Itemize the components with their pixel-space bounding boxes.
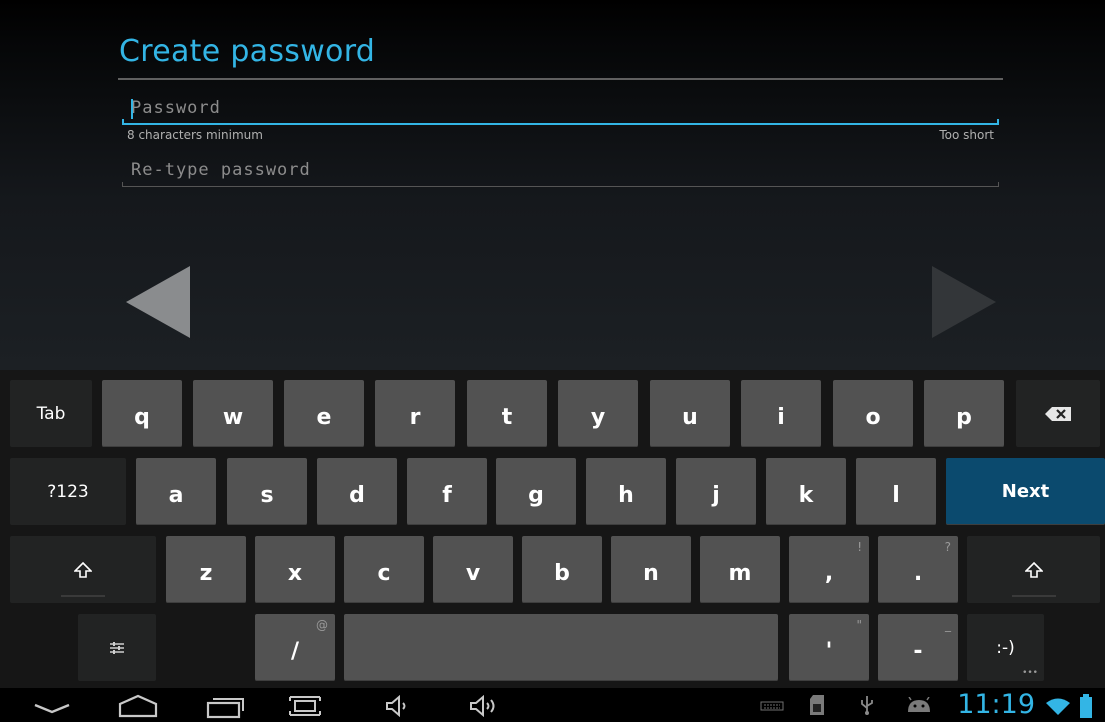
key-z[interactable]: z: [166, 536, 246, 603]
backspace-icon: [1045, 406, 1071, 421]
password-underline: [122, 119, 999, 125]
next-button[interactable]: Next: [946, 458, 1105, 525]
key-l[interactable]: l: [856, 458, 936, 525]
retype-password-input[interactable]: [122, 155, 999, 185]
key-i[interactable]: i: [741, 380, 821, 447]
key-m[interactable]: m: [700, 536, 780, 603]
key-dash[interactable]: _ -: [878, 614, 958, 681]
key-o[interactable]: o: [833, 380, 913, 447]
key-backspace[interactable]: [1016, 380, 1100, 447]
key-w[interactable]: w: [193, 380, 273, 447]
retype-underline: [122, 182, 999, 187]
back-icon[interactable]: [32, 698, 72, 716]
key-t[interactable]: t: [467, 380, 547, 447]
screenshot-icon[interactable]: [288, 695, 322, 717]
shift-indicator: [1011, 595, 1056, 597]
key-settings[interactable]: [78, 614, 156, 681]
key-g[interactable]: g: [496, 458, 576, 525]
system-bar: 11:19: [0, 688, 1105, 722]
recent-apps-icon[interactable]: [205, 693, 245, 719]
title-divider: [118, 78, 1003, 80]
key-n[interactable]: n: [611, 536, 691, 603]
key-d[interactable]: d: [317, 458, 397, 525]
home-icon[interactable]: [117, 694, 159, 718]
volume-up-icon[interactable]: [468, 695, 502, 717]
key-p[interactable]: p: [924, 380, 1004, 447]
wifi-icon: [1046, 698, 1070, 715]
key-b[interactable]: b: [522, 536, 602, 603]
key-shift-left[interactable]: [10, 536, 156, 603]
password-hint: 8 characters minimum: [127, 128, 263, 142]
key-u[interactable]: u: [650, 380, 730, 447]
usb-icon: [861, 696, 873, 715]
key-a[interactable]: a: [136, 458, 216, 525]
shift-icon: [74, 561, 92, 578]
shift-icon: [1024, 561, 1043, 578]
key-j[interactable]: j: [676, 458, 756, 525]
sd-card-icon: [810, 695, 824, 715]
key-comma[interactable]: ! ,: [789, 536, 869, 603]
password-field[interactable]: [122, 93, 999, 125]
shift-indicator: [61, 595, 105, 597]
key-x[interactable]: x: [255, 536, 335, 603]
retype-password-field[interactable]: [122, 155, 999, 187]
key-h[interactable]: h: [586, 458, 666, 525]
soft-keyboard: Tab q w e r t y u i o p ?123 a s d f g h…: [0, 370, 1105, 688]
key-k[interactable]: k: [766, 458, 846, 525]
page-title: Create password: [119, 34, 376, 69]
password-input[interactable]: [122, 93, 999, 123]
previous-arrow-icon[interactable]: [122, 262, 192, 342]
key-space[interactable]: [344, 614, 778, 681]
key-slash[interactable]: @ /: [255, 614, 335, 681]
key-smiley[interactable]: :-) •••: [967, 614, 1044, 681]
key-f[interactable]: f: [407, 458, 487, 525]
key-v[interactable]: v: [433, 536, 513, 603]
text-caret: [131, 99, 133, 119]
key-apostrophe[interactable]: " ': [789, 614, 869, 681]
key-r[interactable]: r: [375, 380, 455, 447]
battery-icon: [1080, 694, 1092, 718]
volume-down-icon[interactable]: [384, 695, 410, 717]
key-e[interactable]: e: [284, 380, 364, 447]
android-debug-icon: [908, 697, 930, 712]
keyboard-icon: [760, 701, 784, 711]
key-symbols[interactable]: ?123: [10, 458, 126, 525]
key-s[interactable]: s: [227, 458, 307, 525]
key-c[interactable]: c: [344, 536, 424, 603]
next-arrow-icon[interactable]: [930, 262, 1000, 342]
key-period[interactable]: ? .: [878, 536, 958, 603]
screen: Create password 8 characters minimum Too…: [0, 0, 1105, 722]
key-y[interactable]: y: [558, 380, 638, 447]
clock: 11:19: [957, 689, 1035, 720]
key-shift-right[interactable]: [967, 536, 1100, 603]
key-tab[interactable]: Tab: [10, 380, 92, 447]
more-indicator: •••: [1022, 668, 1038, 678]
password-strength: Too short: [939, 128, 994, 142]
key-q[interactable]: q: [102, 380, 182, 447]
settings-icon: [110, 641, 124, 654]
